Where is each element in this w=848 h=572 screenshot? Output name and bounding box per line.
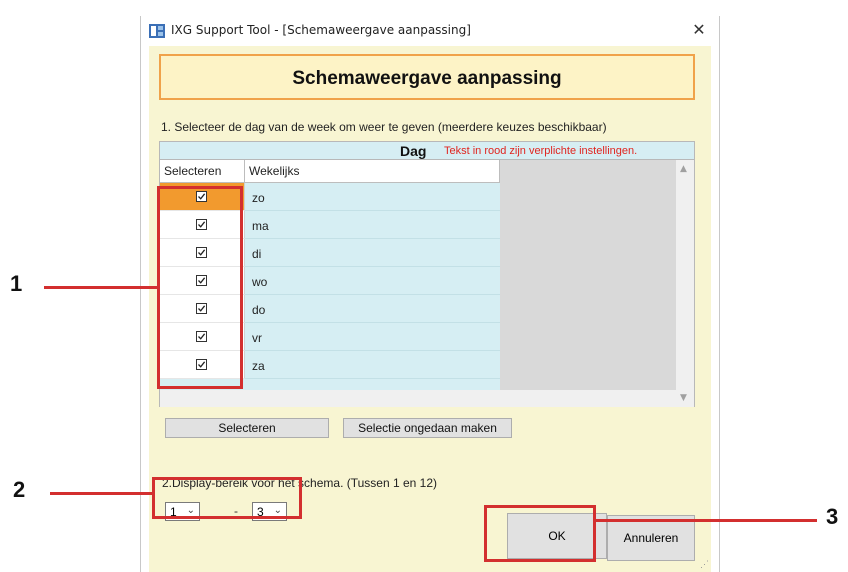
close-icon[interactable]: ✕ — [685, 18, 713, 42]
title-bar[interactable]: IXG Support Tool - [Schemaweergave aanpa… — [141, 16, 719, 46]
column-header-select[interactable]: Selecteren — [160, 160, 245, 183]
section1-label: 1. Selecteer de dag van de week om weer … — [161, 120, 607, 134]
column-header-weekly[interactable]: Wekelijks — [245, 160, 500, 183]
callout-number-2: 2 — [13, 477, 26, 502]
day-cell: zo — [245, 183, 500, 211]
day-cell: za — [245, 351, 500, 379]
scroll-up-icon[interactable]: ▲ — [680, 164, 687, 174]
day-cell: ma — [245, 211, 500, 239]
callout-box-2 — [152, 477, 302, 519]
window-title: IXG Support Tool - [Schemaweergave aanpa… — [171, 23, 471, 37]
day-cell: vr — [245, 323, 500, 351]
vertical-scrollbar[interactable]: ▲ ▼ — [676, 160, 694, 407]
header-box: Schemaweergave aanpassing — [159, 54, 695, 100]
scroll-down-icon[interactable]: ▼ — [680, 393, 687, 403]
grid-empty-area — [500, 160, 677, 390]
grid-group-header: Dag Tekst in rood zijn verplichte instel… — [160, 142, 694, 160]
deselect-button[interactable]: Selectie ongedaan maken — [343, 418, 512, 438]
page-title: Schemaweergave aanpassing — [292, 68, 562, 89]
day-cell: di — [245, 239, 500, 267]
callout-line-2 — [50, 492, 153, 495]
horizontal-scrollbar[interactable] — [160, 390, 677, 407]
callout-line-3 — [595, 519, 817, 522]
select-button[interactable]: Selecteren — [165, 418, 329, 438]
app-icon — [149, 24, 165, 38]
grid-group-label: Dag — [400, 143, 427, 159]
day-cell: wo — [245, 267, 500, 295]
required-note: Tekst in rood zijn verplichte instelling… — [444, 145, 638, 157]
callout-box-1 — [157, 186, 243, 389]
callout-box-3 — [484, 505, 596, 562]
callout-number-1: 1 — [10, 271, 23, 296]
callout-number-3: 3 — [826, 504, 839, 529]
callout-line-1 — [44, 286, 158, 289]
day-cell: do — [245, 295, 500, 323]
resize-grip-icon[interactable]: ⋰ — [700, 559, 709, 570]
